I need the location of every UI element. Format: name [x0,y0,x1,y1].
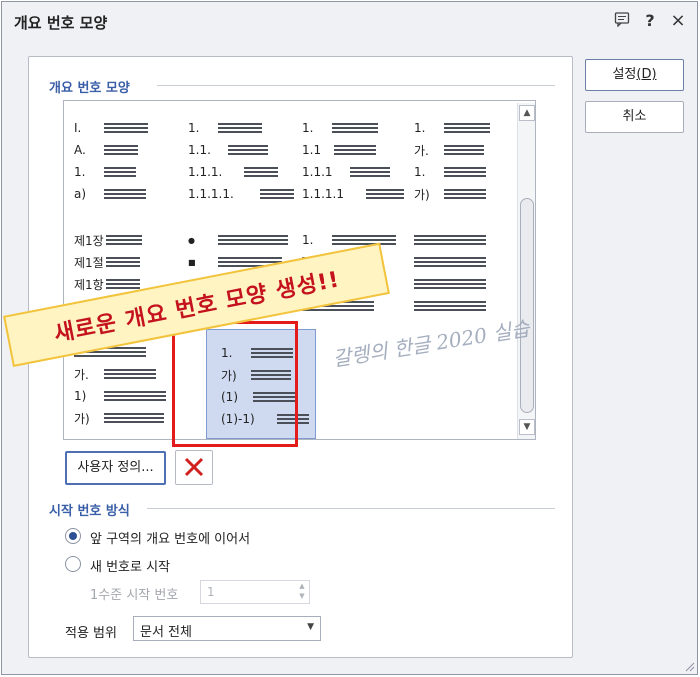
ok-hotkey: (D) [636,67,657,82]
section-title-start: 시작 번호 방식 [49,504,130,519]
outline-style-option[interactable]: 1. 가. 1. 가) [414,115,514,227]
main-panel: 개요 번호 모양 I. A. 1. a) 1. 1.1. 1.1.1. 1.1.1.1. 1. 1… [3,56,573,658]
level1-start-spinner[interactable]: 1 ▲ ▼ [200,580,310,604]
preview-lines [334,145,376,157]
style-level-label: 1. [414,121,426,135]
style-level-label: 가. [74,367,89,382]
preview-lines [104,391,166,403]
style-level-label: 가. [414,143,429,158]
style-level-label: 제1절 [74,255,104,270]
style-level-label: 1.1.1. [188,165,223,179]
style-level-label: 1. [302,121,314,135]
help-icon[interactable]: ? [641,11,659,32]
style-level-label: 1. [74,165,86,179]
radio-new-start-label[interactable]: 새 번호로 시작 [90,556,170,575]
level1-start-value: 1 [207,585,215,599]
preview-lines [106,235,142,247]
cancel-button[interactable]: 취소 [585,101,684,133]
comment-icon[interactable] [613,11,631,32]
preview-lines [444,123,490,135]
spin-up-icon[interactable]: ▲ [297,582,307,590]
preview-lines [332,123,378,135]
preview-lines [414,301,486,313]
scope-value: 문서 전체 [140,625,192,640]
radio-new-start[interactable] [65,556,81,572]
style-level-label: 1.1. [188,143,211,157]
close-icon[interactable]: × [669,11,687,32]
preview-lines [104,413,164,425]
preview-lines [104,123,148,135]
scope-label: 적용 범위 [65,626,117,641]
preview-lines [218,235,288,247]
delete-style-button[interactable] [175,450,213,485]
preview-lines [228,145,268,157]
style-level-label: I. [74,121,82,135]
preview-lines [260,189,294,201]
style-level-label: ● [188,235,195,245]
style-level-label: 제1항 [74,277,104,292]
dialog-title: 개요 번호 모양 [14,14,108,32]
style-level-label: 1.1.1 [302,165,333,179]
style-level-label: 가) [74,411,90,426]
gallery-scrollbar[interactable]: ▲ ▼ [517,103,535,439]
custom-define-button[interactable]: 사용자 정의... [65,451,166,485]
preview-lines [218,123,262,135]
preview-lines [444,167,486,179]
preview-lines [104,369,156,381]
preview-lines [106,257,140,269]
title-bar: 개요 번호 모양 ? × [2,2,697,42]
scroll-down-icon[interactable]: ▼ [519,419,535,435]
ok-button[interactable]: 설정(D) [585,59,684,91]
level1-start-label: 1수준 시작 번호 [90,588,179,603]
preview-lines [104,189,146,201]
style-level-label: 1.1 [302,143,322,157]
divider [157,85,555,86]
outline-style-option[interactable]: 1. 1.1. 1.1.1. 1.1.1.1. [188,115,294,227]
preview-lines [104,167,136,179]
delete-x-icon [184,457,204,477]
preview-lines [244,167,278,179]
scroll-up-icon[interactable]: ▲ [519,105,535,121]
style-level-label: A. [74,143,86,157]
preview-lines [414,235,486,247]
spin-down-icon[interactable]: ▼ [297,592,307,600]
style-level-label: ■ [188,257,196,267]
preview-lines [104,145,138,157]
style-level-label: 1) [74,389,87,403]
preview-lines [444,145,484,157]
radio-continue-label[interactable]: 앞 구역의 개요 번호에 이어서 [90,528,250,547]
style-level-label: 1. [188,121,200,135]
chevron-down-icon: ▼ [307,622,314,632]
outline-number-dialog: 개요 번호 모양 ? × 개요 번호 모양 I. A. 1. a) 1. 1.1. 1.1.… [1,1,698,675]
style-level-label: 가) [414,187,430,202]
ok-button-label: 설정 [612,67,637,82]
outline-style-option[interactable]: 1. 1.1 1.1.1 1.1.1.1 [302,115,404,227]
style-level-label: 제1장 [74,233,104,248]
style-level-label: 1.1.1.1. [188,187,234,201]
preview-lines [444,189,486,201]
style-level-label: 1. [414,165,426,179]
radio-continue[interactable] [65,528,81,544]
outline-style-option[interactable]: I. A. 1. a) [74,115,174,227]
resize-grip-icon[interactable] [683,660,695,672]
style-level-label: a) [74,187,87,201]
section-title-shapes: 개요 번호 모양 [49,81,130,96]
style-level-label: 1.1.1.1 [302,187,344,201]
style-level-label: 1. [302,233,314,247]
scope-select[interactable]: 문서 전체 ▼ [133,616,321,641]
preview-lines [350,167,390,179]
highlight-frame [172,321,298,447]
outline-style-option[interactable]: 가. 1) 가) [74,339,174,439]
preview-lines [414,257,486,269]
preview-lines [366,189,404,201]
scroll-thumb[interactable] [520,198,534,413]
preview-lines [414,279,486,291]
divider [147,508,555,509]
